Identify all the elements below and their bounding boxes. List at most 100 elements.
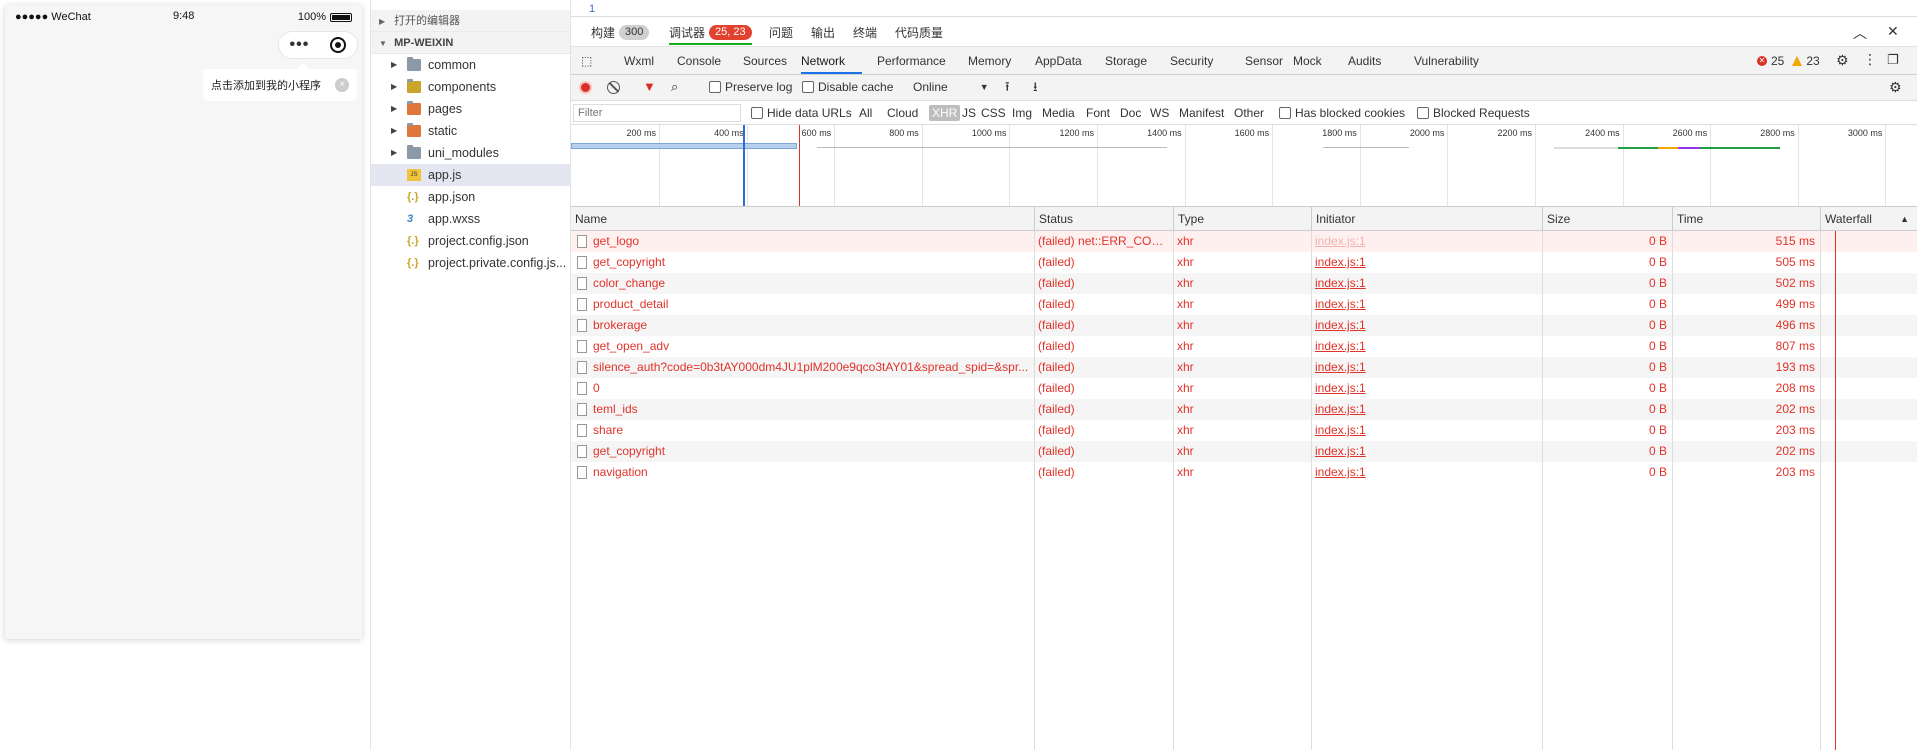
column-status[interactable]: Status [1034, 207, 1173, 231]
tab-network[interactable]: Network [801, 54, 845, 68]
request-name[interactable]: silence_auth?code=0b3tAY000dm4JU1plM200e… [593, 357, 1029, 378]
collapse-icon[interactable]: ︿ [1853, 23, 1867, 43]
tab-terminal[interactable]: 终端 [853, 24, 877, 41]
close-icon[interactable]: ✕ [1887, 23, 1899, 40]
close-miniprogram-icon[interactable] [330, 37, 347, 53]
hide-data-urls-checkbox[interactable]: Hide data URLs [751, 106, 852, 120]
inspect-element-icon[interactable]: ⬚ [581, 54, 592, 68]
filter-type-js[interactable]: JS [962, 106, 976, 120]
undock-icon[interactable]: ❐ [1887, 52, 1899, 68]
table-row[interactable]: get_open_adv (failed) xhr index.js:1 0 B 807 … [571, 336, 1917, 357]
disable-cache-checkbox[interactable]: Disable cache [802, 80, 893, 94]
table-row[interactable]: navigation (failed) xhr index.js:1 0 B 203 ms [571, 462, 1917, 483]
record-button[interactable] [579, 81, 592, 94]
more-vertical-icon[interactable]: ⋮ [1863, 51, 1877, 68]
tab-storage[interactable]: Storage [1105, 54, 1147, 68]
tab-code-quality[interactable]: 代码质量 [895, 24, 943, 41]
tab-sensor[interactable]: Sensor [1245, 54, 1283, 68]
table-row[interactable]: silence_auth?code=0b3tAY000dm4JU1plM200e… [571, 357, 1917, 378]
open-editors-section[interactable]: ▶ 打开的编辑器 [371, 10, 570, 32]
tab-mock[interactable]: Mock [1293, 54, 1322, 68]
table-row[interactable]: color_change (failed) xhr index.js:1 0 B 502 … [571, 273, 1917, 294]
request-name[interactable]: product_detail [593, 294, 1029, 315]
network-settings-gear-icon[interactable]: ⚙ [1889, 79, 1902, 96]
column-waterfall[interactable]: Waterfall ▲ [1820, 207, 1917, 231]
tab-issues[interactable]: 问题 [769, 24, 793, 41]
column-time[interactable]: Time [1672, 207, 1820, 231]
project-section[interactable]: ▼ MP-WEIXIN [371, 32, 570, 54]
table-row[interactable]: share (failed) xhr index.js:1 0 B 203 ms [571, 420, 1917, 441]
tab-console[interactable]: Console [677, 54, 721, 68]
tab-security[interactable]: Security [1170, 54, 1213, 68]
tree-file[interactable]: {.} app.json [371, 186, 570, 208]
request-name[interactable]: get_copyright [593, 252, 1029, 273]
request-initiator-link[interactable]: index.js:1 [1315, 420, 1535, 441]
filter-type-ws[interactable]: WS [1150, 106, 1169, 120]
request-initiator-link[interactable]: index.js:1 [1315, 378, 1535, 399]
request-name[interactable]: share [593, 420, 1029, 441]
filter-type-doc[interactable]: Doc [1120, 106, 1141, 120]
tree-folder[interactable]: ▶ components [371, 76, 570, 98]
filter-type-media[interactable]: Media [1042, 106, 1075, 120]
request-initiator-link[interactable]: index.js:1 [1315, 336, 1535, 357]
request-name[interactable]: 0 [593, 378, 1029, 399]
table-row[interactable]: brokerage (failed) xhr index.js:1 0 B 496 ms [571, 315, 1917, 336]
column-name[interactable]: Name [571, 207, 1034, 231]
column-type[interactable]: Type [1173, 207, 1311, 231]
tab-debugger[interactable]: 调试器 25, 23 [669, 24, 752, 45]
tree-file[interactable]: {.} project.private.config.js... [371, 252, 570, 274]
table-row[interactable]: get_logo (failed) net::ERR_CON... xhr index… [571, 231, 1917, 252]
filter-icon[interactable]: ▼ [643, 79, 656, 94]
search-icon[interactable]: ⌕ [671, 79, 678, 95]
column-size[interactable]: Size [1542, 207, 1672, 231]
request-name[interactable]: navigation [593, 462, 1029, 483]
tree-folder[interactable]: ▶ uni_modules [371, 142, 570, 164]
export-har-icon[interactable]: ⭳ [1033, 78, 1038, 100]
filter-type-all[interactable]: All [859, 106, 872, 120]
table-row[interactable]: get_copyright (failed) xhr index.js:1 0 B 202… [571, 441, 1917, 462]
request-name[interactable]: get_open_adv [593, 336, 1029, 357]
settings-gear-icon[interactable]: ⚙ [1836, 52, 1849, 69]
request-initiator-link[interactable]: index.js:1 [1315, 252, 1535, 273]
request-initiator-link[interactable]: index.js:1 [1315, 357, 1535, 378]
request-initiator-link[interactable]: index.js:1 [1315, 273, 1535, 294]
tab-audits[interactable]: Audits [1348, 54, 1381, 68]
tree-folder[interactable]: ▶ common [371, 54, 570, 76]
filter-type-font[interactable]: Font [1086, 106, 1110, 120]
request-initiator-link[interactable]: index.js:1 [1315, 399, 1535, 420]
table-row[interactable]: get_copyright (failed) xhr index.js:1 0 B 505… [571, 252, 1917, 273]
tree-folder[interactable]: ▶ static [371, 120, 570, 142]
tab-build[interactable]: 构建 300 [591, 24, 650, 41]
preserve-log-checkbox[interactable]: Preserve log [709, 80, 792, 94]
request-initiator-link[interactable]: index.js:1 [1315, 462, 1535, 483]
tab-performance[interactable]: Performance [877, 54, 946, 68]
tab-output[interactable]: 输出 [811, 24, 835, 41]
request-name[interactable]: get_logo [593, 231, 1029, 252]
tree-file[interactable]: {.} project.config.json [371, 230, 570, 252]
table-row[interactable]: teml_ids (failed) xhr index.js:1 0 B 202 ms [571, 399, 1917, 420]
table-row[interactable]: 0 (failed) xhr index.js:1 0 B 208 ms [571, 378, 1917, 399]
tree-file[interactable]: JS app.js [371, 164, 570, 186]
request-initiator-link[interactable]: index.js:1 [1315, 294, 1535, 315]
tree-file[interactable]: 3 app.wxss [371, 208, 570, 230]
request-initiator-link[interactable]: index.js:1 [1315, 231, 1535, 252]
throttle-select[interactable]: Online ▼ [913, 80, 989, 94]
request-name[interactable]: get_copyright [593, 441, 1029, 462]
filter-type-other[interactable]: Other [1234, 106, 1264, 120]
filter-type-xhr[interactable]: XHR [929, 105, 961, 121]
request-name[interactable]: color_change [593, 273, 1029, 294]
network-overview-timeline[interactable]: 200 ms 400 ms 600 ms 800 ms 1000 ms 1200 ms 14… [571, 125, 1917, 207]
tab-sources[interactable]: Sources [743, 54, 787, 68]
column-initiator[interactable]: Initiator [1311, 207, 1542, 231]
request-name[interactable]: teml_ids [593, 399, 1029, 420]
tree-folder[interactable]: ▶ pages [371, 98, 570, 120]
tab-wxml[interactable]: Wxml [624, 54, 654, 68]
tab-memory[interactable]: Memory [968, 54, 1011, 68]
import-har-icon[interactable]: ⭱ [1005, 78, 1010, 100]
has-blocked-cookies-checkbox[interactable]: Has blocked cookies [1279, 106, 1405, 120]
request-initiator-link[interactable]: index.js:1 [1315, 441, 1535, 462]
tab-appdata[interactable]: AppData [1035, 54, 1082, 68]
filter-type-cloud[interactable]: Cloud [887, 106, 918, 120]
filter-type-css[interactable]: CSS [981, 106, 1006, 120]
clear-button[interactable] [607, 81, 620, 94]
